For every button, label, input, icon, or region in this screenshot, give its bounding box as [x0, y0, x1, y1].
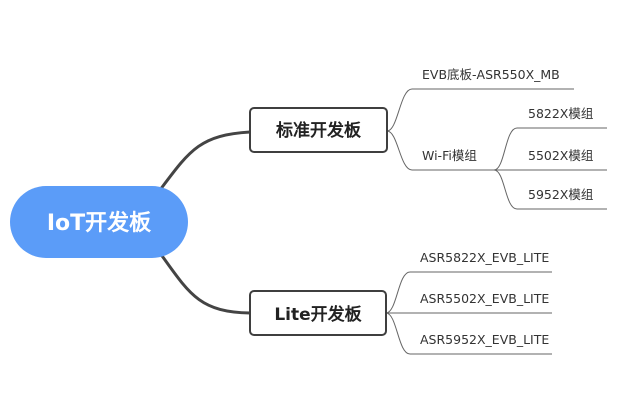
root-node-label: IoT开发板	[47, 210, 152, 236]
leaf-asr5502x-evb-lite[interactable]: ASR5502X_EVB_LITE	[420, 291, 549, 306]
branch-node-standard-label: 标准开发板	[276, 120, 362, 141]
leaf-asr5822x-evb-lite[interactable]: ASR5822X_EVB_LITE	[420, 250, 549, 265]
connector-root-standard	[158, 130, 252, 192]
leaf-5502x-module[interactable]: 5502X模组	[528, 148, 593, 163]
mind-map: IoT开发板 标准开发板 Lite开发板 EVB底板-ASR550X_MB Wi…	[10, 67, 607, 355]
root-node[interactable]: IoT开发板	[10, 186, 188, 258]
branch-node-lite[interactable]: Lite开发板	[249, 290, 387, 336]
leaf-5822x-module[interactable]: 5822X模组	[528, 106, 593, 121]
leaf-asr5952x-evb-lite[interactable]: ASR5952X_EVB_LITE	[420, 332, 549, 347]
leaf-evb-base-board[interactable]: EVB底板-ASR550X_MB	[422, 67, 560, 82]
leaf-5952x-module[interactable]: 5952X模组	[528, 187, 593, 202]
leaf-wifi-module[interactable]: Wi-Fi模组	[422, 148, 477, 163]
branch-node-standard[interactable]: 标准开发板	[249, 107, 388, 153]
connector-root-lite	[158, 251, 252, 315]
branch-node-lite-label: Lite开发板	[274, 304, 362, 325]
